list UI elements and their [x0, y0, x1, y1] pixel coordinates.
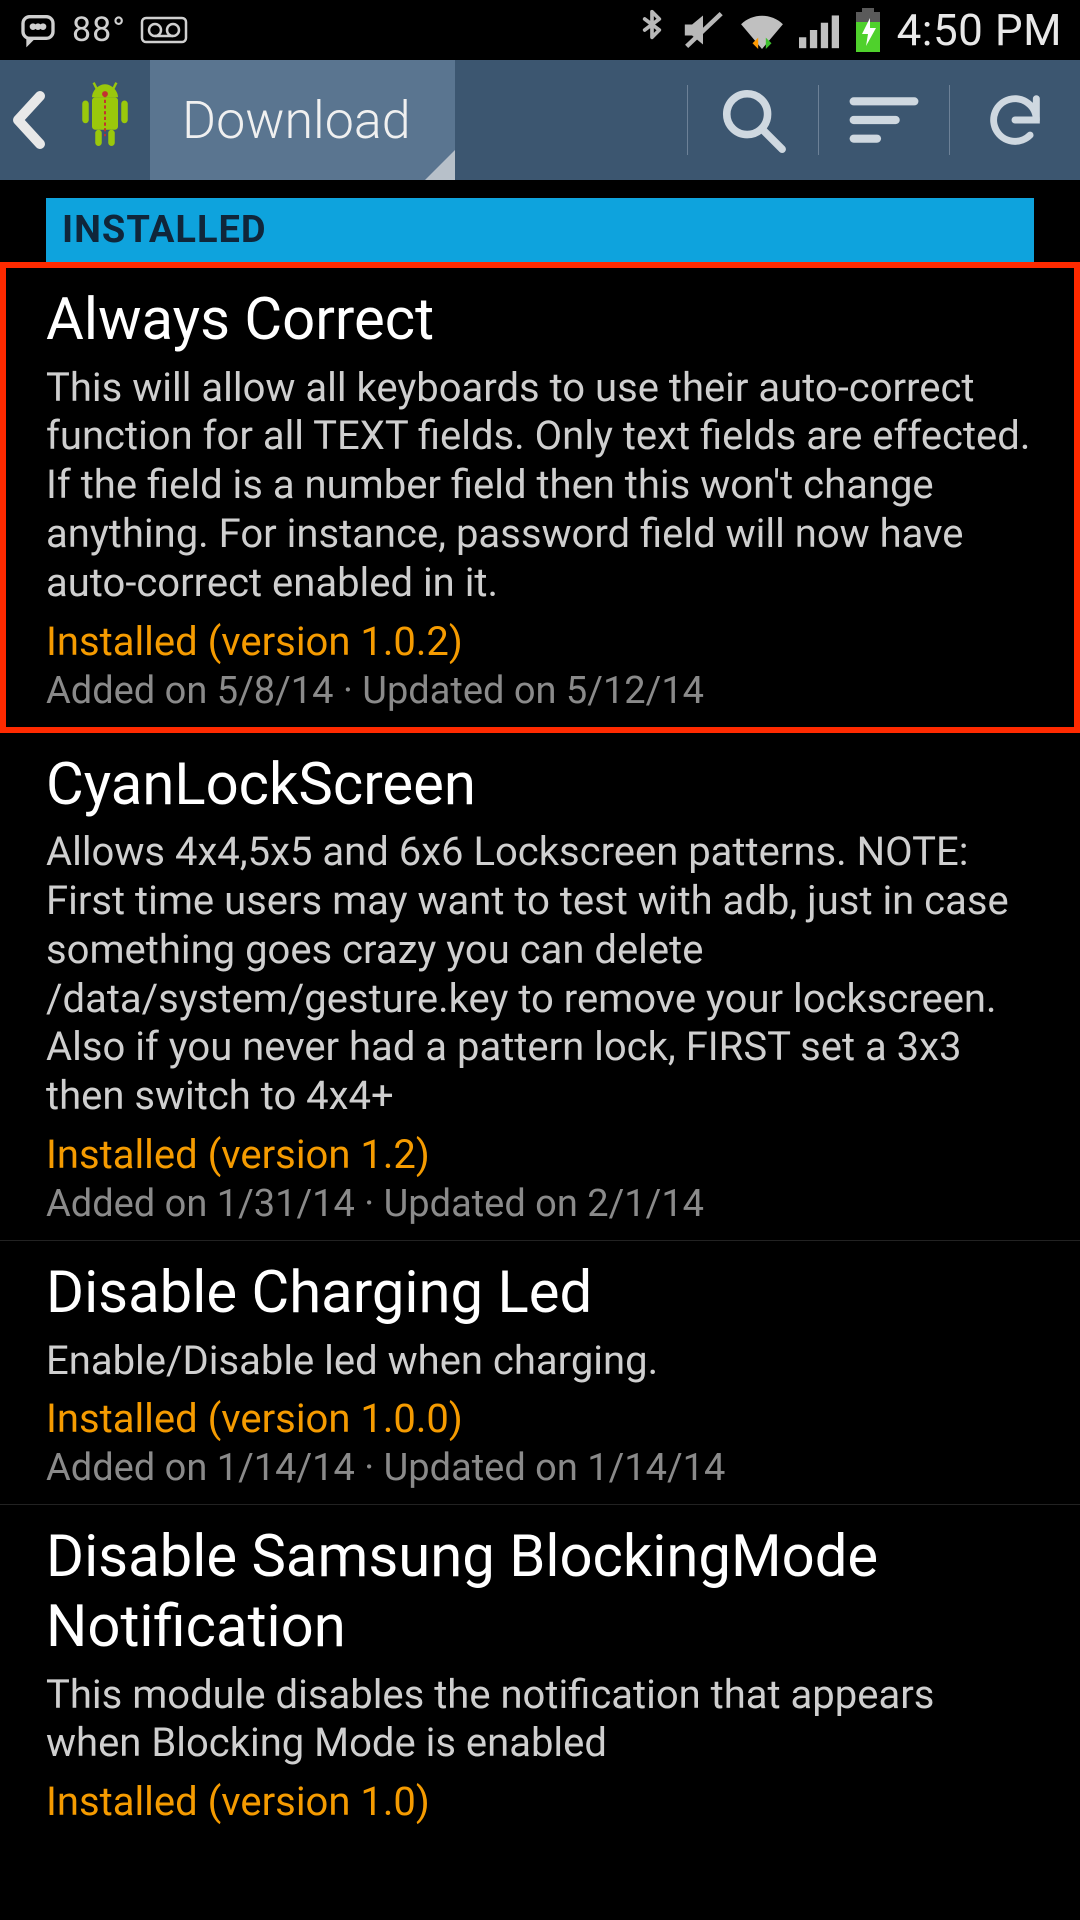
module-installed-version: Installed (version 1.0.0)	[46, 1395, 1034, 1442]
module-description: This module disables the notification th…	[46, 1671, 1034, 1769]
tab-download[interactable]: Download	[150, 60, 455, 180]
module-dates: Added on 1/14/14 · Updated on 1/14/14	[46, 1446, 1034, 1490]
module-title: CyanLockScreen	[46, 751, 1034, 821]
status-left-group: 88°	[18, 10, 188, 50]
sort-button[interactable]	[819, 60, 949, 180]
module-item[interactable]: Disable Charging Led Enable/Disable led …	[0, 1241, 1080, 1505]
status-time: 4:50 PM	[897, 4, 1062, 56]
module-title: Disable Charging Led	[46, 1259, 1034, 1329]
mute-icon	[681, 10, 725, 50]
status-right-group: 4:50 PM	[637, 4, 1062, 56]
module-title: Always Correct	[46, 286, 1034, 356]
tab-download-label: Download	[182, 90, 411, 151]
action-bar: Download	[0, 60, 1080, 180]
status-temperature: 88°	[72, 10, 126, 50]
notification-chat-icon	[18, 10, 58, 50]
module-item[interactable]: Disable Samsung BlockingMode Notificatio…	[0, 1505, 1080, 1843]
module-installed-version: Installed (version 1.2)	[46, 1131, 1034, 1178]
module-dates: Added on 1/31/14 · Updated on 2/1/14	[46, 1182, 1034, 1226]
module-installed-version: Installed (version 1.0)	[46, 1778, 1034, 1825]
module-list[interactable]: Always Correct This will allow all keybo…	[0, 262, 1080, 1843]
back-button[interactable]	[0, 60, 60, 180]
module-description: Allows 4x4,5x5 and 6x6 Lockscreen patter…	[46, 828, 1034, 1121]
bluetooth-icon	[637, 8, 667, 52]
wifi-icon	[739, 11, 785, 49]
voicemail-icon	[140, 16, 188, 44]
module-description: This will allow all keyboards to use the…	[46, 364, 1034, 608]
module-dates: Added on 5/8/14 · Updated on 5/12/14	[46, 669, 1034, 713]
module-item[interactable]: Always Correct This will allow all keybo…	[0, 262, 1080, 733]
module-item[interactable]: CyanLockScreen Allows 4x4,5x5 and 6x6 Lo…	[0, 733, 1080, 1241]
section-header-installed: INSTALLED	[46, 198, 1034, 262]
module-installed-version: Installed (version 1.0.2)	[46, 618, 1034, 665]
search-button[interactable]	[688, 60, 818, 180]
refresh-button[interactable]	[950, 60, 1080, 180]
spinner-indicator-icon	[425, 150, 455, 180]
android-logo-icon	[60, 60, 150, 180]
signal-icon	[799, 11, 839, 49]
module-description: Enable/Disable led when charging.	[46, 1337, 1034, 1386]
battery-charging-icon	[853, 8, 883, 52]
status-bar: 88° 4:50 PM	[0, 0, 1080, 60]
module-title: Disable Samsung BlockingMode Notificatio…	[46, 1523, 1034, 1662]
